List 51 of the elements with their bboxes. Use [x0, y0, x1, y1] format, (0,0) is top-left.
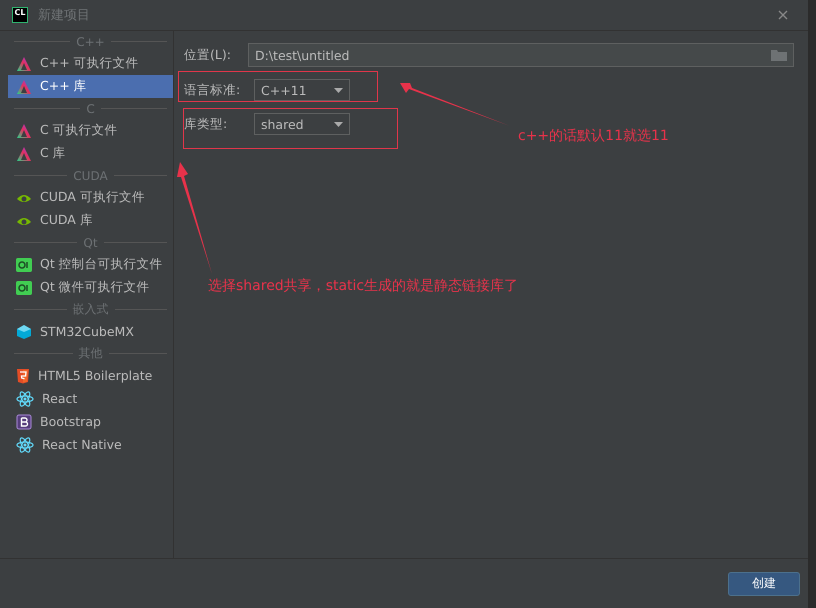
item-label: CUDA 库 [40, 212, 93, 229]
item-label: Qt 控制台可执行文件 [40, 256, 163, 273]
project-type-item[interactable]: HTML5 Boilerplate [8, 364, 173, 387]
annotation-text: c++的话默认11就选11 [518, 127, 669, 145]
project-type-item[interactable]: Qt 控制台可执行文件 [8, 253, 173, 276]
atom-icon [16, 390, 34, 406]
item-label: Qt 微件可执行文件 [40, 279, 150, 296]
shield-icon [16, 368, 30, 384]
dropdown[interactable]: shared [254, 113, 350, 135]
location-field[interactable]: D:\test\untitled [248, 43, 794, 67]
project-type-item[interactable]: React [8, 387, 173, 410]
triangle-logo-icon [16, 146, 32, 162]
item-label: C++ 库 [40, 78, 87, 95]
project-type-item[interactable]: CUDA 库 [8, 209, 173, 232]
annotation-text: 选择shared共享，static生成的就是静态链接库了 [208, 277, 518, 295]
project-type-item[interactable]: STM32CubeMX [8, 320, 173, 343]
item-label: STM32CubeMX [40, 324, 134, 339]
project-type-item[interactable]: C++ 可执行文件 [8, 52, 173, 75]
triangle-logo-icon [16, 122, 32, 138]
close-icon[interactable] [778, 10, 788, 20]
square-logo-icon [16, 258, 32, 272]
item-label: React [42, 391, 78, 406]
item-label: C 库 [40, 145, 66, 162]
project-type-item[interactable]: C++ 库 [8, 75, 173, 98]
app-logo: CL [12, 7, 28, 23]
project-type-item[interactable]: C 可执行文件 [8, 119, 173, 142]
square-logo-icon [16, 414, 32, 430]
item-label: React Native [42, 437, 122, 452]
project-type-item[interactable]: React Native [8, 433, 173, 456]
caret-icon [334, 122, 343, 126]
dropdown[interactable]: C++11 [254, 79, 350, 101]
triangle-logo-icon [16, 56, 32, 72]
item-label: C 可执行文件 [40, 122, 118, 139]
field-label: 库类型: [184, 116, 228, 132]
triangle-logo-icon [16, 78, 32, 94]
item-label: Bootstrap [40, 414, 101, 429]
field-label: 位置(L): [184, 46, 232, 64]
field-label: 语言标准: [184, 82, 240, 98]
create-button[interactable]: 创建 [728, 572, 800, 596]
caret-icon [334, 88, 343, 92]
project-type-item[interactable]: C 库 [8, 142, 173, 165]
project-type-item[interactable]: Bootstrap [8, 410, 173, 433]
square-logo-icon [16, 280, 32, 294]
item-label: C++ 可执行文件 [40, 55, 139, 72]
cube-icon [16, 324, 32, 340]
project-type-item[interactable]: Qt 微件可执行文件 [8, 276, 173, 299]
item-label: HTML5 Boilerplate [38, 368, 152, 383]
folder-icon[interactable] [771, 49, 787, 61]
atom-icon [16, 436, 34, 452]
project-type-item[interactable]: CUDA 可执行文件 [8, 186, 173, 209]
item-label: CUDA 可执行文件 [40, 189, 145, 206]
